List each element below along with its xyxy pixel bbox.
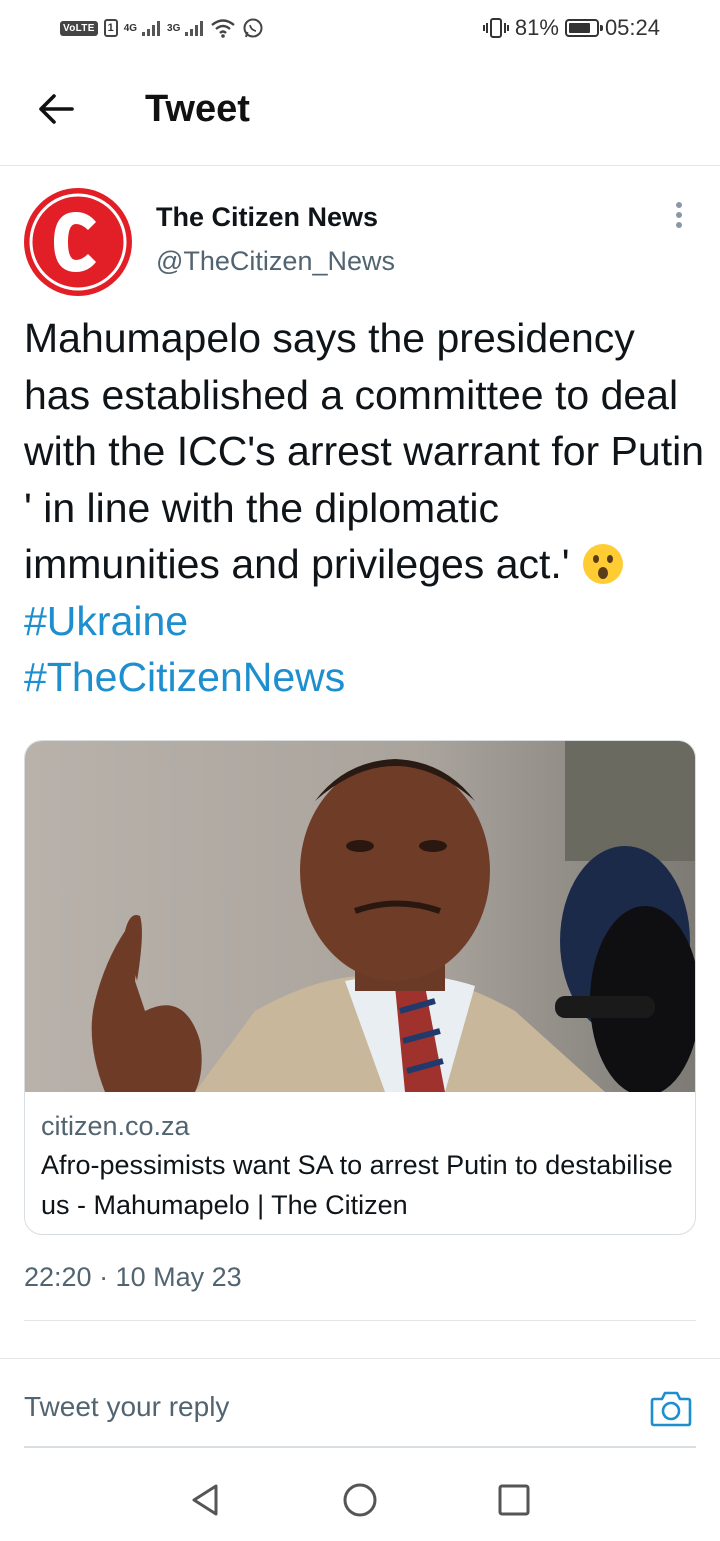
page-title: Tweet <box>145 88 250 130</box>
home-circle-icon <box>343 1483 377 1517</box>
signal-icon <box>142 21 161 36</box>
battery-fill <box>568 23 590 33</box>
sim-slot-badge: 1 <box>103 19 118 37</box>
tweet-timestamp: 22:20 · 10 May 23 <box>24 1262 242 1292</box>
divider <box>24 1320 696 1321</box>
card-image <box>25 741 695 1092</box>
status-bar: VoLTE 1 4G 3G 81% 05:24 <box>0 0 720 56</box>
network-type-1: 4G <box>123 22 138 34</box>
clock: 05:24 <box>604 15 660 40</box>
network-type-2: 3G <box>167 22 181 34</box>
avatar[interactable] <box>24 188 132 296</box>
wifi-icon <box>211 19 236 38</box>
reply-underline <box>24 1446 696 1448</box>
more-options-button[interactable] <box>664 202 694 238</box>
camera-icon <box>650 1391 692 1427</box>
more-vertical-icon <box>664 202 694 228</box>
author-handle[interactable]: @TheCitizen_News <box>156 246 395 277</box>
volte-badge: VoLTE <box>60 20 98 36</box>
signal-icon-2 <box>185 21 204 36</box>
tweet-text: Mahumapelo says the presidency has estab… <box>24 310 704 706</box>
status-left: VoLTE 1 4G 3G <box>60 14 264 42</box>
camera-button[interactable] <box>650 1389 692 1427</box>
nav-recents-button[interactable] <box>494 1480 534 1520</box>
reply-bar: Tweet your reply <box>0 1358 720 1448</box>
whatsapp-icon <box>243 18 263 38</box>
card-domain: citizen.co.za <box>41 1111 190 1141</box>
hashtag-thecitizennews[interactable]: #TheCitizenNews <box>24 654 345 700</box>
recents-square-icon <box>498 1484 530 1516</box>
back-triangle-icon <box>192 1484 218 1516</box>
status-right: 81% 05:24 <box>482 14 660 42</box>
link-card[interactable]: citizen.co.za Afro-pessimists want SA to… <box>24 740 696 1235</box>
hashtag-ukraine[interactable]: #Ukraine <box>24 598 188 644</box>
nav-back-button[interactable] <box>186 1480 226 1520</box>
battery-icon <box>564 19 603 37</box>
back-button[interactable] <box>34 84 78 134</box>
card-title: Afro-pessimists want SA to arrest Putin … <box>41 1150 673 1220</box>
nav-home-button[interactable] <box>340 1480 380 1520</box>
arrow-left-icon <box>39 94 74 124</box>
worried-face-emoji-icon <box>583 544 624 584</box>
author-name[interactable]: The Citizen News <box>156 202 378 233</box>
system-nav-bar <box>0 1460 720 1541</box>
vibrate-icon <box>482 18 509 38</box>
top-app-bar: Tweet <box>0 56 720 166</box>
reply-input[interactable]: Tweet your reply <box>24 1391 229 1423</box>
citizen-logo-icon <box>26 190 130 294</box>
battery-percent: 81% <box>514 15 559 40</box>
